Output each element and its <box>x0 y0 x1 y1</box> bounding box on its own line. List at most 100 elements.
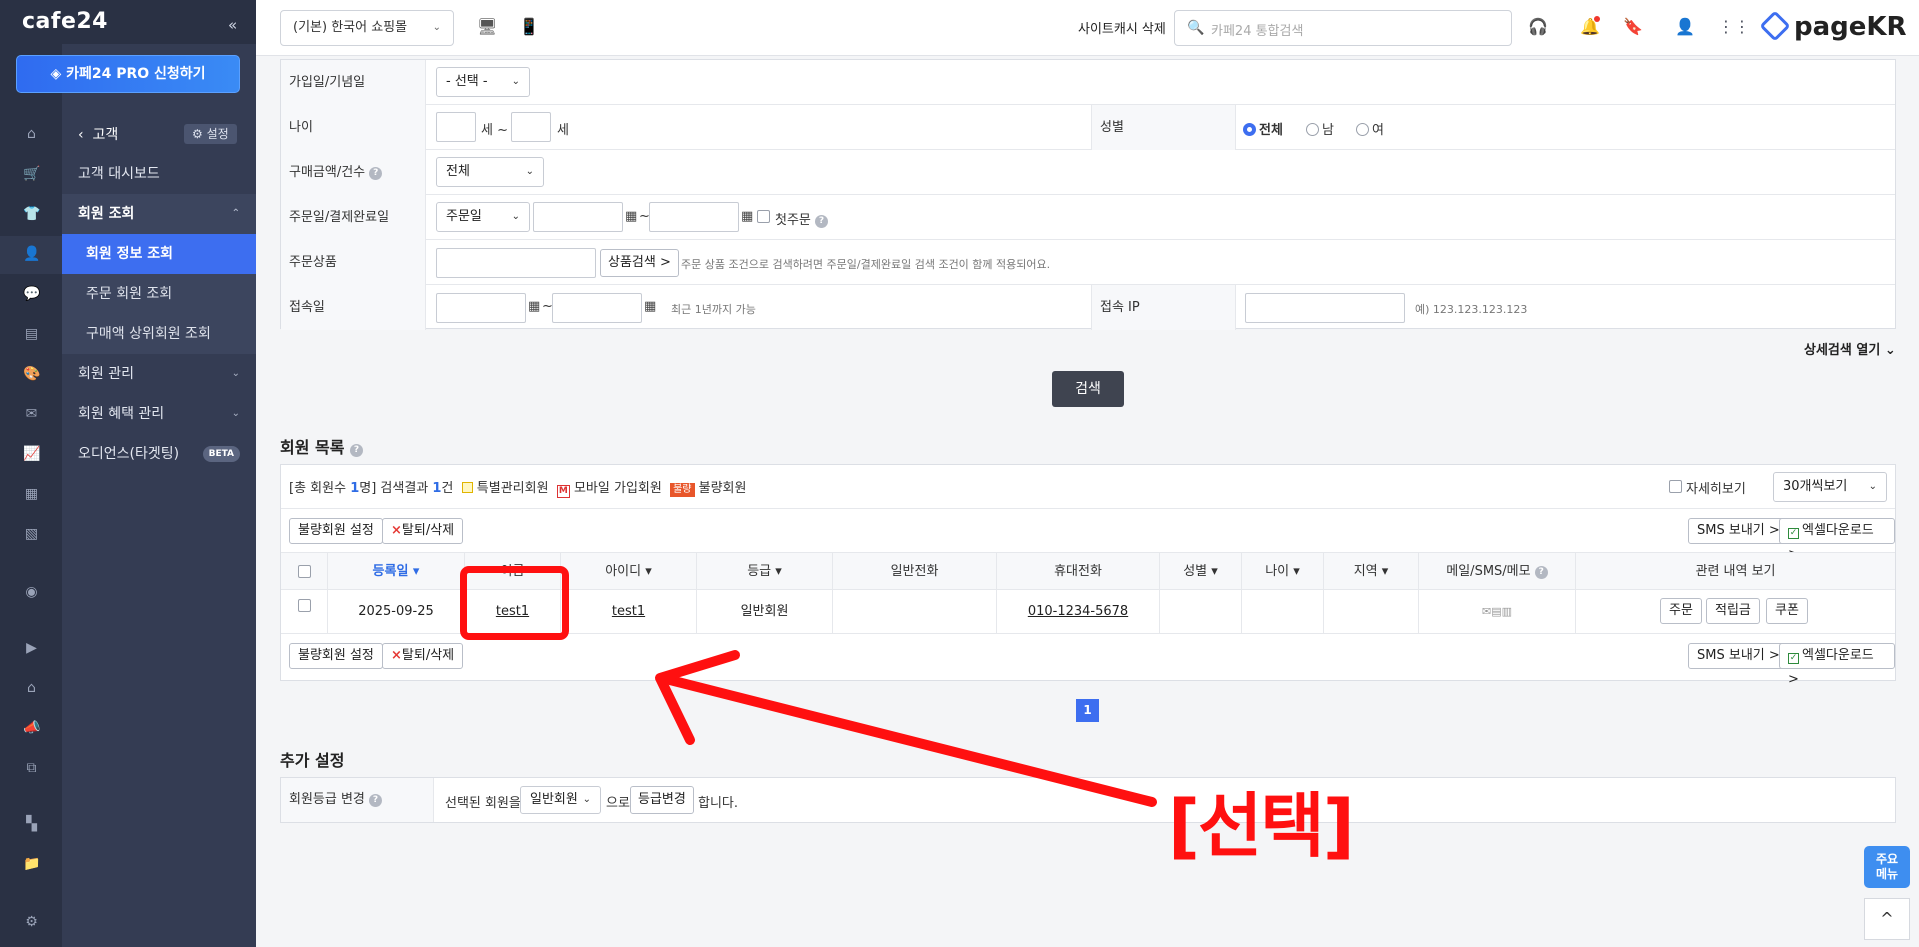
mobile-icon[interactable]: 📱 <box>519 18 539 36</box>
age-to-input[interactable] <box>511 112 551 142</box>
bad-member-button[interactable]: 불량회원 설정 <box>289 643 383 669</box>
apps-grid-icon[interactable]: ⋮⋮ <box>1718 17 1750 37</box>
help-icon[interactable]: ? <box>369 167 383 180</box>
desktop-icon[interactable]: 🖥 <box>477 18 497 36</box>
points-history-button[interactable]: 적립금 <box>1706 598 1760 624</box>
col-age[interactable]: 나이 ▾ <box>1242 553 1324 591</box>
calendar-icon[interactable]: ▦ <box>741 209 753 224</box>
gender-female-radio[interactable]: 여 <box>1356 119 1384 138</box>
calendar-icon[interactable]: ▦ <box>625 209 637 224</box>
gender-all-radio[interactable]: 전체 <box>1243 119 1283 138</box>
gear-icon[interactable]: ⚙ <box>23 914 40 931</box>
join-date-select[interactable]: - 선택 - ⌄ <box>436 67 530 97</box>
select-all-checkbox[interactable] <box>298 565 311 578</box>
bookmark-icon[interactable]: 🔖 <box>1623 17 1643 37</box>
sms-button[interactable]: SMS 보내기 > <box>1688 518 1789 544</box>
pro-icon[interactable]: ◉ <box>23 584 40 601</box>
cafe24-logo[interactable]: cafe24 <box>22 9 108 34</box>
store-icon[interactable]: ⌂ <box>23 680 40 697</box>
grade-select[interactable]: 일반회원 ⌄ <box>520 786 601 814</box>
order-date-to-input[interactable] <box>649 202 739 232</box>
pro-signup-button[interactable]: ◈ 카페24 PRO 신청하기 <box>16 55 240 93</box>
apps-icon[interactable]: ▚ <box>23 816 40 833</box>
col-date[interactable]: 등록일 ▾ <box>328 553 465 591</box>
excel-download-button[interactable]: ✓엑셀다운로드 > <box>1779 643 1895 687</box>
mail-icon[interactable]: ✉ <box>1482 605 1491 618</box>
channel-icon[interactable]: ⧉ <box>23 760 40 777</box>
search-input[interactable]: 🔍 카페24 통합검색 <box>1174 10 1512 46</box>
gender-male-radio[interactable]: 남 <box>1306 119 1334 138</box>
product-search-button[interactable]: 상품검색 > <box>600 249 679 277</box>
sidebar-item-label: 회원 관리 <box>78 366 134 382</box>
back-link[interactable]: ‹ 고객 <box>78 124 118 144</box>
stats-icon[interactable]: 📈 <box>23 446 40 463</box>
age-from-input[interactable] <box>436 112 476 142</box>
extra-settings-title: 추가 설정 <box>280 751 345 770</box>
folder-icon[interactable]: 📁 <box>23 856 40 873</box>
coupon-history-button[interactable]: 쿠폰 <box>1766 598 1808 624</box>
member-id-link[interactable]: test1 <box>612 604 645 619</box>
settings-button[interactable]: ⚙ 설정 <box>184 124 237 144</box>
col-grade[interactable]: 등급 ▾ <box>697 553 833 591</box>
row-checkbox[interactable] <box>298 599 311 612</box>
per-page-select[interactable]: 30개씩보기 ⌄ <box>1773 472 1887 502</box>
access-ip-input[interactable] <box>1245 293 1405 323</box>
excel-icon[interactable]: ▧ <box>23 526 40 543</box>
video-icon[interactable]: ▶ <box>23 640 40 657</box>
detail-search-toggle[interactable]: 상세검색 열기 ⌄ <box>1804 339 1896 358</box>
sidebar-item-audience[interactable]: 오디언스(타겟팅) BETA <box>62 434 256 474</box>
report-icon[interactable]: ▦ <box>23 486 40 503</box>
sidebar-item-member-search[interactable]: 회원 조회 ⌃ <box>62 194 256 234</box>
memo-icon[interactable]: ▥ <box>1502 605 1512 618</box>
product-icon[interactable]: 👕 <box>23 206 40 223</box>
access-date-to-input[interactable] <box>552 293 642 323</box>
quick-menu-button[interactable]: 주요메뉴 <box>1864 846 1910 888</box>
marketing-icon[interactable]: 📣 <box>23 720 40 737</box>
sidebar-item-dashboard[interactable]: 고객 대시보드 <box>62 154 256 194</box>
help-icon[interactable]: ? <box>1534 566 1548 579</box>
excel-download-button[interactable]: ✓엑셀다운로드 > <box>1779 518 1895 562</box>
chat-icon[interactable]: 💬 <box>23 286 40 303</box>
sms-icon[interactable]: ▤ <box>1491 605 1501 618</box>
purchase-select[interactable]: 전체 ⌄ <box>436 157 544 187</box>
mobile-link[interactable]: 010-1234-5678 <box>1028 604 1128 619</box>
cache-clear-link[interactable]: 사이트캐시 삭제 <box>1078 18 1166 37</box>
sms-button[interactable]: SMS 보내기 > <box>1688 643 1789 669</box>
mall-select[interactable]: (기본) 한국어 쇼핑몰 ⌄ <box>280 10 454 46</box>
first-order-checkbox[interactable] <box>757 210 770 223</box>
sidebar-item-benefit[interactable]: 회원 혜택 관리 ⌄ <box>62 394 256 434</box>
help-icon[interactable]: ? <box>369 794 383 807</box>
sidebar-sub-top-buyers[interactable]: 구매액 상위회원 조회 <box>62 314 256 354</box>
product-input[interactable] <box>436 248 596 278</box>
search-button[interactable]: 검색 <box>1052 371 1124 407</box>
order-date-from-input[interactable] <box>533 202 623 232</box>
customer-icon[interactable]: 👤 <box>23 246 40 263</box>
sidebar-sub-member-info[interactable]: 회원 정보 조회 <box>62 234 256 274</box>
col-id[interactable]: 아이디 ▾ <box>561 553 697 591</box>
cart-icon[interactable]: 🛒 <box>23 166 40 183</box>
board-icon[interactable]: ▤ <box>23 326 40 343</box>
col-region[interactable]: 지역 ▾ <box>1324 553 1419 591</box>
account-icon[interactable]: 👤 <box>1675 17 1695 37</box>
headset-icon[interactable]: 🎧 <box>1528 17 1548 37</box>
collapse-icon[interactable]: « <box>228 16 237 34</box>
bad-member-button[interactable]: 불량회원 설정 <box>289 518 383 544</box>
home-icon[interactable]: ⌂ <box>23 126 40 143</box>
detail-view-checkbox[interactable] <box>1669 480 1682 493</box>
delete-button[interactable]: ×탈퇴/삭제 <box>382 518 464 544</box>
col-gender[interactable]: 성별 ▾ <box>1160 553 1242 591</box>
order-history-button[interactable]: 주문 <box>1660 598 1702 624</box>
sidebar-item-member-manage[interactable]: 회원 관리 ⌄ <box>62 354 256 394</box>
calendar-icon[interactable]: ▦ <box>644 299 656 314</box>
sidebar-sub-order-member[interactable]: 주문 회원 조회 <box>62 274 256 314</box>
scroll-top-button[interactable]: ^ <box>1864 898 1910 940</box>
promotion-icon[interactable]: ✉ <box>23 406 40 423</box>
help-icon[interactable]: ? <box>815 215 829 228</box>
order-date-type-select[interactable]: 주문일 ⌄ <box>436 202 530 232</box>
radio <box>1306 123 1319 136</box>
delete-button[interactable]: ×탈퇴/삭제 <box>382 643 464 669</box>
calendar-icon[interactable]: ▦ <box>528 299 540 314</box>
design-icon[interactable]: 🎨 <box>23 366 40 383</box>
access-date-from-input[interactable] <box>436 293 526 323</box>
help-icon[interactable]: ? <box>350 444 364 457</box>
